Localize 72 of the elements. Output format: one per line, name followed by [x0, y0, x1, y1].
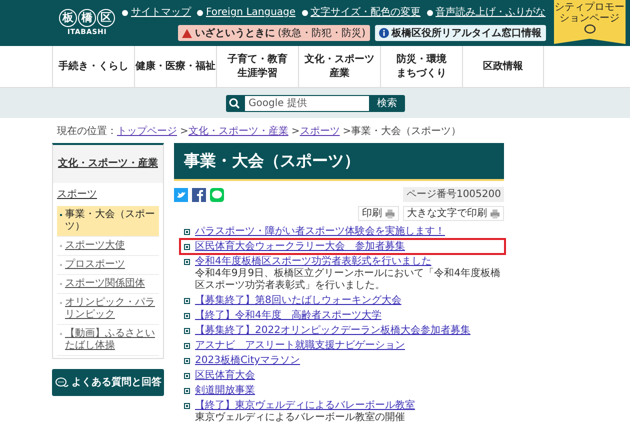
logo-character: 板 — [59, 8, 77, 27]
print-button[interactable]: 大きな文字で印刷 — [403, 206, 504, 221]
header-link[interactable]: 音声読み上げ・ふりがな — [426, 5, 546, 20]
article-link[interactable]: 【募集終了】2022オリンピックデーラン板橋大会参加者募集 — [195, 324, 470, 337]
article-description: 東京ヴェルディによるバレーボール教室の開催 — [194, 412, 406, 424]
bullet-icon — [184, 388, 190, 394]
breadcrumb-link[interactable]: トップページ — [117, 124, 177, 140]
page-number: ページ番号1005200 — [403, 187, 504, 202]
breadcrumb-separator: > — [180, 125, 188, 139]
article-link[interactable]: 【終了】東京ヴェルディによるバレーボール教室 — [195, 399, 415, 412]
sidebar-item[interactable]: 事業・大会（スポーツ） — [57, 206, 159, 237]
header-link[interactable]: Foreign Language — [197, 5, 296, 20]
nav-item[interactable]: 健康・医療・福祉 — [134, 46, 216, 87]
sidebar-item[interactable]: オリンピック・パラリンピック — [57, 294, 159, 325]
warning-icon — [182, 28, 192, 38]
bullet-icon — [184, 328, 190, 334]
emergency-label: いざというときに — [194, 26, 275, 40]
bullet-icon — [184, 402, 190, 408]
nav-item[interactable]: 防災・環境 まちづくり — [380, 46, 462, 87]
sidebar-item[interactable]: スポーツ大使 — [57, 237, 159, 256]
twitter-icon[interactable] — [174, 188, 188, 202]
article-description: 令和4年9月9日、板橋区立グリーンホールにおいて「令和4年度板橋区スポーツ功労者表彰式」を行いました。 — [194, 268, 502, 292]
bullet-icon — [184, 358, 190, 364]
search-field[interactable]: Google 提供 — [244, 94, 370, 112]
nav-item[interactable]: 手続き・くらし — [52, 46, 134, 87]
nav-item[interactable]: 区政情報 — [462, 46, 544, 87]
faq-button[interactable]: よくある質問と回答 — [52, 369, 164, 396]
article-link[interactable]: 区民体育大会ウォークラリー大会 参加者募集 — [195, 240, 405, 253]
article-link[interactable]: 【募集終了】第8回いたばしウォーキング大会 — [195, 294, 402, 307]
breadcrumb-current: 事業・大会（スポーツ） — [351, 124, 462, 139]
sidebar-item[interactable]: スポーツ関係団体 — [57, 275, 159, 294]
facebook-icon[interactable] — [192, 188, 206, 202]
bullet-icon — [184, 258, 190, 264]
article-link[interactable]: 【終了】令和4年度 高齢者スポーツ大学 — [195, 309, 382, 322]
article-link[interactable]: 剣道開放事業 — [195, 384, 255, 397]
breadcrumb-link[interactable]: スポーツ — [300, 124, 340, 140]
sidebar-item[interactable]: プロスポーツ — [57, 256, 159, 275]
search-button[interactable]: 検索 — [370, 94, 404, 112]
sidebar-section-link[interactable]: スポーツ — [57, 183, 159, 206]
article-link[interactable]: 2023板橋Cityマラソン — [195, 354, 300, 367]
bullet-icon — [184, 372, 190, 378]
bullet-icon — [184, 312, 190, 318]
search-icon — [226, 94, 244, 112]
print-button[interactable]: 印刷 — [358, 206, 399, 221]
nav-item[interactable]: 子育て・教育 生涯学習 — [216, 46, 298, 87]
emergency-note: (救急・防犯・防災) — [278, 26, 366, 40]
bullet-icon — [184, 228, 190, 234]
header-link[interactable]: 文字サイズ・配色の変更 — [302, 5, 421, 20]
city-promotion-banner[interactable]: シティプロモーションページ — [554, 0, 626, 44]
breadcrumb-link[interactable]: 文化・スポーツ・産業 — [188, 124, 288, 140]
bullet-icon — [184, 244, 190, 250]
sidebar-heading[interactable]: 文化・スポーツ・産業 — [53, 145, 163, 183]
chat-bubble-icon — [54, 376, 68, 388]
printer-icon — [490, 208, 500, 218]
article-link[interactable]: 区民体育大会 — [195, 369, 255, 382]
logo-character: 橋 — [78, 8, 96, 27]
emergency-button[interactable]: いざというときに (救急・防犯・防災) — [178, 25, 370, 41]
bullet-icon — [184, 342, 190, 348]
header-link[interactable]: サイトマップ — [122, 5, 191, 20]
page-title: 事業・大会（スポーツ） — [174, 143, 504, 181]
logo-character: 区 — [97, 8, 115, 27]
office-info-button[interactable]: 板橋区役所リアルタイム窓口情報 — [374, 25, 546, 41]
article-link[interactable]: アスナビ アスリート就職支援ナビゲーション — [195, 339, 405, 352]
printer-icon — [385, 208, 395, 218]
breadcrumb-separator: > — [291, 125, 300, 139]
nav-item[interactable]: 文化・スポーツ 産業 — [298, 46, 380, 87]
breadcrumb-label: 現在の位置： — [57, 124, 117, 139]
article-link[interactable]: パラスポーツ・障がい者スポーツ体験会を実施します！ — [195, 225, 445, 238]
article-link[interactable]: 令和4年度板橋区スポーツ功労者表彰式を行いました — [195, 255, 432, 268]
breadcrumb-separator: > — [342, 126, 352, 139]
bullet-icon — [184, 298, 190, 304]
info-icon — [378, 28, 389, 38]
